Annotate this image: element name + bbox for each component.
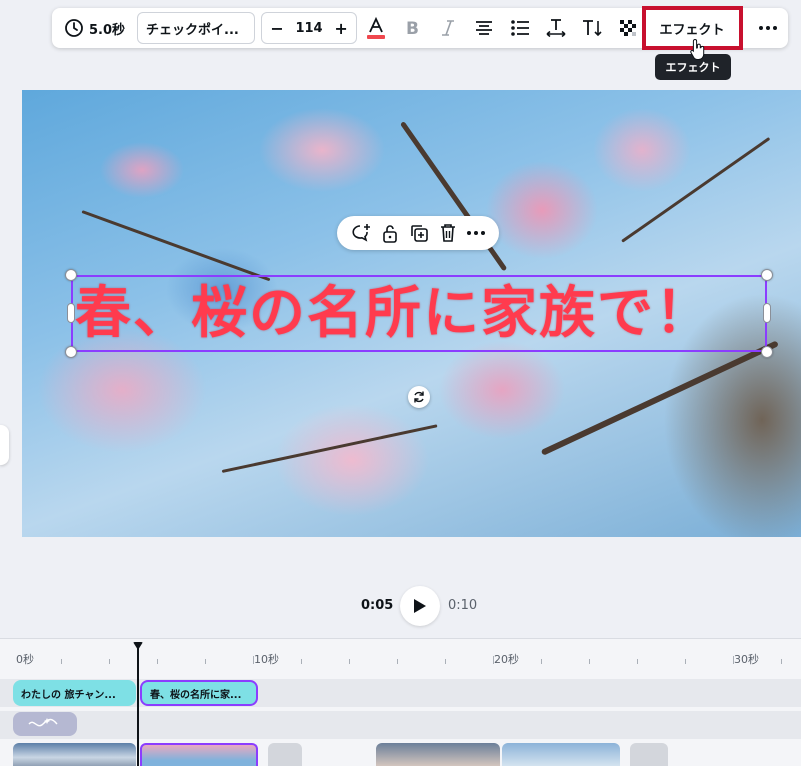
ruler-label: 30秒: [734, 653, 759, 666]
hand-cursor-icon: [690, 38, 705, 60]
side-panel-toggle[interactable]: [0, 425, 9, 465]
italic-button[interactable]: [431, 12, 465, 44]
ruler-tick: [493, 656, 494, 664]
playhead[interactable]: [137, 646, 139, 766]
more-horizontal-icon[interactable]: [466, 230, 486, 236]
align-center-icon: [476, 21, 493, 35]
video-thumbnail[interactable]: [268, 743, 302, 766]
text-toolbar: 5.0秒 チェックポイ... − 114 + B エフェクト: [52, 8, 788, 48]
duration-label: 5.0秒: [89, 22, 126, 38]
sparkle-icon: [28, 718, 58, 727]
letter-spacing-button[interactable]: [539, 12, 573, 44]
video-thumbnail[interactable]: [376, 743, 500, 766]
ruler-tick: [733, 656, 734, 664]
text-color-button[interactable]: [359, 12, 393, 44]
timeline[interactable]: 0秒 10秒 20秒 30秒 わたしの 旅チャン... 春、桜の名所に家...: [0, 638, 801, 766]
resize-handle-top-right[interactable]: [761, 269, 773, 281]
total-time: 0:10: [448, 598, 478, 613]
play-button[interactable]: [400, 586, 440, 626]
text-color-icon: [367, 16, 386, 39]
ruler-tick: [157, 659, 158, 664]
lock-icon[interactable]: [381, 223, 399, 243]
resize-handle-right[interactable]: [763, 303, 771, 323]
list-button[interactable]: [503, 12, 537, 44]
transparency-icon: [620, 20, 637, 36]
bold-icon: B: [406, 19, 419, 37]
transparency-button[interactable]: [611, 12, 645, 44]
ruler-tick: [253, 656, 254, 664]
audio-clip[interactable]: [13, 712, 77, 736]
duplicate-icon[interactable]: [409, 223, 429, 243]
text-clip[interactable]: わたしの 旅チャン...: [13, 680, 136, 706]
ruler-tick: [781, 659, 782, 664]
font-size-increase-button[interactable]: +: [334, 19, 348, 38]
duration-button[interactable]: 5.0秒: [58, 12, 131, 44]
text-size-icon: [583, 20, 602, 37]
bold-button[interactable]: B: [395, 12, 429, 44]
ruler-tick: [445, 659, 446, 664]
ruler-tick: [541, 659, 542, 664]
svg-text:B: B: [406, 19, 419, 37]
playhead-handle[interactable]: [133, 642, 143, 650]
align-button[interactable]: [467, 12, 501, 44]
branch-shape: [221, 424, 438, 473]
bullet-list-icon: [511, 20, 530, 36]
resize-handle-bottom-right[interactable]: [761, 346, 773, 358]
ruler-tick: [589, 659, 590, 664]
ruler-label: 10秒: [254, 653, 279, 666]
resize-handle-left[interactable]: [67, 303, 75, 323]
italic-icon: [442, 20, 455, 36]
rotate-handle[interactable]: [408, 386, 430, 408]
video-thumbnail[interactable]: [630, 743, 668, 766]
font-size-stepper: − 114 +: [261, 12, 358, 44]
font-family-dropdown[interactable]: チェックポイ...: [137, 12, 256, 44]
font-size-value[interactable]: 114: [295, 21, 322, 36]
video-thumbnail-selected[interactable]: [140, 743, 258, 766]
current-time: 0:05: [361, 598, 394, 613]
text-size-button[interactable]: [575, 12, 609, 44]
video-thumbnail[interactable]: [502, 743, 620, 766]
text-clip-selected[interactable]: 春、桜の名所に家...: [140, 680, 258, 706]
ruler-tick: [61, 659, 62, 664]
ruler-tick: [301, 659, 302, 664]
trash-icon[interactable]: [439, 223, 457, 243]
ruler-tick: [397, 659, 398, 664]
ruler-tick: [205, 659, 206, 664]
resize-handle-top-left[interactable]: [65, 269, 77, 281]
ruler-label: 0秒: [16, 653, 34, 666]
ruler-tick: [685, 659, 686, 664]
text-selection-box: [71, 275, 767, 352]
audio-track[interactable]: [0, 711, 801, 739]
ruler-tick: [637, 659, 638, 664]
branch-shape: [540, 340, 779, 456]
ruler-tick: [109, 659, 110, 664]
resize-handle-bottom-left[interactable]: [65, 346, 77, 358]
letter-spacing-icon: [546, 19, 566, 38]
ruler-label: 20秒: [494, 653, 519, 666]
video-thumbnail[interactable]: [13, 743, 136, 766]
ruler-tick: [349, 659, 350, 664]
clock-icon: [65, 19, 83, 37]
play-icon: [414, 599, 426, 613]
element-context-menu: [337, 216, 499, 250]
branch-shape: [81, 210, 271, 282]
comment-add-icon[interactable]: [350, 223, 372, 243]
more-options-button[interactable]: [752, 12, 784, 44]
more-horizontal-icon: [759, 26, 777, 30]
rotate-icon: [414, 391, 424, 403]
branch-shape: [621, 137, 771, 243]
font-size-decrease-button[interactable]: −: [270, 19, 284, 38]
